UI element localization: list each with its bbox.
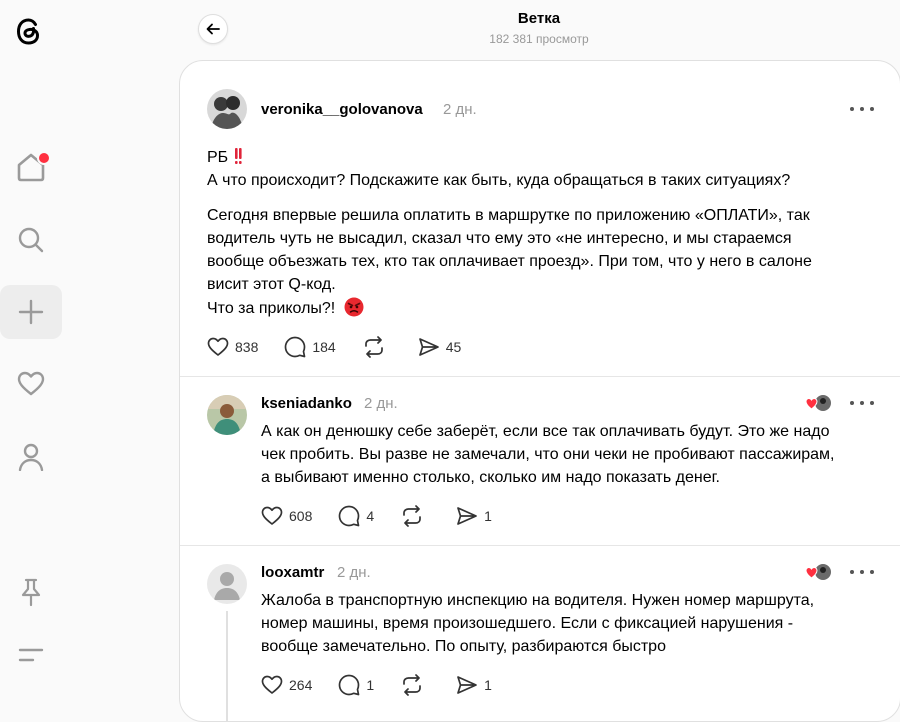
reply-time: 2 дн. bbox=[337, 564, 371, 581]
notification-dot bbox=[37, 151, 51, 165]
send-icon bbox=[418, 338, 439, 356]
avatar[interactable] bbox=[207, 395, 247, 435]
comment-icon bbox=[339, 505, 360, 527]
reply-username[interactable]: kseniadanko bbox=[261, 395, 352, 412]
comment-count: 4 bbox=[366, 508, 375, 524]
thread-line bbox=[226, 611, 228, 721]
reply-text-line: А как он денюшку себе заберёт, если все … bbox=[261, 423, 830, 440]
post-actions: 838 184 45 bbox=[207, 334, 487, 360]
post-paragraph-line: вообще объезжать тех, кто так оплачивает… bbox=[207, 253, 812, 270]
nav-menu[interactable] bbox=[0, 628, 62, 682]
heart-icon bbox=[261, 675, 283, 694]
divider bbox=[180, 376, 900, 377]
search-icon bbox=[18, 227, 44, 253]
thread-card: veronika__golovanova 2 дн. РБ А что прои… bbox=[179, 60, 900, 722]
reply-text-line: вообще замечательно. По опыту, разбирают… bbox=[261, 638, 666, 655]
post-last-text: Что за приколы?! bbox=[207, 300, 336, 317]
reply-actions: 264 1 1 bbox=[261, 672, 518, 698]
comment-icon bbox=[285, 336, 306, 358]
more-options-icon[interactable] bbox=[850, 396, 874, 410]
post-paragraph-line: Сегодня впервые решила оплатить в маршру… bbox=[207, 207, 810, 224]
nav-home[interactable] bbox=[0, 140, 62, 194]
post-text-line1: РБ bbox=[207, 146, 242, 169]
share-button[interactable]: 45 bbox=[418, 337, 462, 357]
nav-search[interactable] bbox=[0, 213, 62, 267]
page-title: Ветка bbox=[517, 10, 561, 27]
repost-icon bbox=[364, 336, 383, 358]
post-tag: РБ bbox=[207, 149, 229, 166]
sidebar bbox=[0, 0, 62, 700]
repost-button[interactable] bbox=[400, 505, 430, 527]
share-count: 1 bbox=[484, 508, 492, 524]
comment-count: 184 bbox=[312, 339, 336, 355]
pin-icon bbox=[21, 578, 41, 607]
view-count: 182 381 просмотр bbox=[489, 32, 589, 46]
post-question: А что происходит? Подскажите как быть, к… bbox=[207, 172, 791, 189]
profile-icon bbox=[18, 443, 44, 471]
comment-button[interactable]: 184 bbox=[284, 336, 336, 358]
avatar[interactable] bbox=[207, 564, 247, 604]
reply-text-line: а выбивают именно столько, сколько им на… bbox=[261, 469, 720, 486]
divider bbox=[180, 545, 900, 546]
liked-by-author-badge bbox=[805, 394, 832, 412]
double-exclamation-icon bbox=[234, 148, 242, 164]
threads-logo-icon[interactable] bbox=[11, 13, 47, 49]
like-count: 608 bbox=[289, 508, 313, 524]
liked-by-author-badge bbox=[805, 563, 832, 581]
like-button[interactable]: 264 bbox=[261, 675, 312, 695]
nav-pin[interactable] bbox=[0, 565, 62, 619]
reply-username[interactable]: looxamtr bbox=[261, 564, 324, 581]
share-button[interactable]: 1 bbox=[456, 675, 492, 695]
post-last-line: Что за приколы?! bbox=[207, 297, 364, 320]
repost-icon bbox=[403, 674, 422, 696]
reply-actions: 608 4 1 bbox=[261, 503, 518, 529]
like-count: 264 bbox=[289, 677, 313, 693]
like-button[interactable]: 608 bbox=[261, 506, 312, 526]
plus-icon bbox=[18, 299, 44, 325]
share-button[interactable]: 1 bbox=[456, 506, 492, 526]
repost-icon bbox=[403, 505, 422, 527]
repost-button[interactable] bbox=[362, 336, 392, 358]
more-options-icon[interactable] bbox=[850, 565, 874, 579]
like-button[interactable]: 838 bbox=[207, 337, 258, 357]
like-count: 838 bbox=[235, 339, 259, 355]
reply-text-line: номер машины, время произошедшего. Если … bbox=[261, 615, 794, 632]
more-options-icon[interactable] bbox=[850, 102, 874, 116]
post-paragraph-line: водитель чуть не высадил, сказал что ему… bbox=[207, 230, 792, 247]
send-icon bbox=[457, 507, 478, 525]
comment-count: 1 bbox=[366, 677, 375, 693]
reply-text-line: Жалоба в транспортную инспекцию на водит… bbox=[261, 592, 815, 609]
angry-face-icon bbox=[344, 297, 364, 317]
avatar[interactable] bbox=[207, 89, 247, 129]
nav-profile[interactable] bbox=[0, 430, 62, 484]
share-count: 1 bbox=[484, 677, 492, 693]
heart-icon bbox=[17, 371, 45, 396]
post-paragraph-line: висит этот Q-код. bbox=[207, 276, 336, 293]
repost-button[interactable] bbox=[400, 674, 430, 696]
comment-button[interactable]: 4 bbox=[338, 505, 374, 527]
send-icon bbox=[457, 676, 478, 694]
menu-icon bbox=[18, 648, 44, 662]
heart-icon bbox=[261, 506, 283, 525]
comment-button[interactable]: 1 bbox=[338, 674, 374, 696]
post-username[interactable]: veronika__golovanova bbox=[261, 101, 423, 118]
reply-time: 2 дн. bbox=[364, 395, 398, 412]
comment-icon bbox=[339, 674, 360, 696]
reply-text-line: чек пробить. Вы разве не замечали, что о… bbox=[261, 446, 835, 463]
nav-create[interactable] bbox=[0, 285, 62, 339]
post-time: 2 дн. bbox=[443, 101, 477, 118]
nav-activity[interactable] bbox=[0, 357, 62, 411]
heart-icon bbox=[207, 337, 229, 356]
share-count: 45 bbox=[445, 339, 462, 355]
